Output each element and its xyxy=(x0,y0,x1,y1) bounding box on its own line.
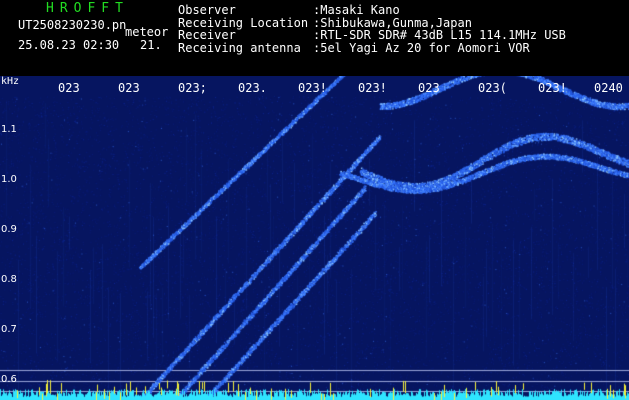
x-tick-9: 023! xyxy=(538,81,566,95)
spectrogram-canvas xyxy=(0,76,629,400)
spectrogram xyxy=(0,76,629,400)
receiver-label: Receiver xyxy=(178,28,236,42)
screen: HROFFT UT2508230230.pn meteor 25.08.23 0… xyxy=(0,0,629,400)
y-tick-0-7: 0.7 xyxy=(1,324,17,335)
date-time: 25.08.23 02:30 xyxy=(18,38,120,52)
app-name: HROFFT xyxy=(46,1,129,16)
y-tick-0-6: 0.6 xyxy=(1,374,17,385)
x-tick-5: 023! xyxy=(298,81,326,95)
info-labels: Observer Receiving Location Receiver Rec… xyxy=(178,4,308,54)
x-tick-7: 023 xyxy=(418,81,440,95)
file-suffix: meteor xyxy=(125,25,169,39)
y-tick-0-8: 0.8 xyxy=(1,274,17,285)
x-tick-4: 023. xyxy=(238,81,266,95)
antenna-label: Receiving antenna xyxy=(178,40,301,55)
x-tick-2: 023 xyxy=(118,81,140,95)
receiver-value: :RTL-SDR SDR# 43dB L15 114.1MHz USB xyxy=(313,28,566,42)
x-tick-3: 023; xyxy=(178,81,206,95)
header: HROFFT UT2508230230.pn meteor 25.08.23 0… xyxy=(0,0,629,76)
x-tick-8: 023( xyxy=(478,81,506,95)
antenna-value: :5el Yagi Az 20 for Aomori VOR xyxy=(313,40,530,55)
file-name: UT2508230230.pn xyxy=(18,18,127,32)
y-tick-1-1: 1.1 xyxy=(1,124,17,135)
observer-value: :Masaki Kano xyxy=(313,3,400,17)
x-tick-1: 023 xyxy=(58,81,80,95)
x-tick-10: 0240 xyxy=(594,81,623,95)
frequency-unit-label: kHz xyxy=(1,76,20,87)
x-tick-6: 023! xyxy=(358,81,386,95)
y-tick-1-0: 1.0 xyxy=(1,174,17,185)
observer-label: Observer xyxy=(178,3,236,17)
info-values: :Masaki Kano :Shibukawa,Gunma,Japan :RTL… xyxy=(313,4,566,54)
y-tick-0-9: 0.9 xyxy=(1,224,17,235)
count-value: 21. xyxy=(140,38,162,52)
